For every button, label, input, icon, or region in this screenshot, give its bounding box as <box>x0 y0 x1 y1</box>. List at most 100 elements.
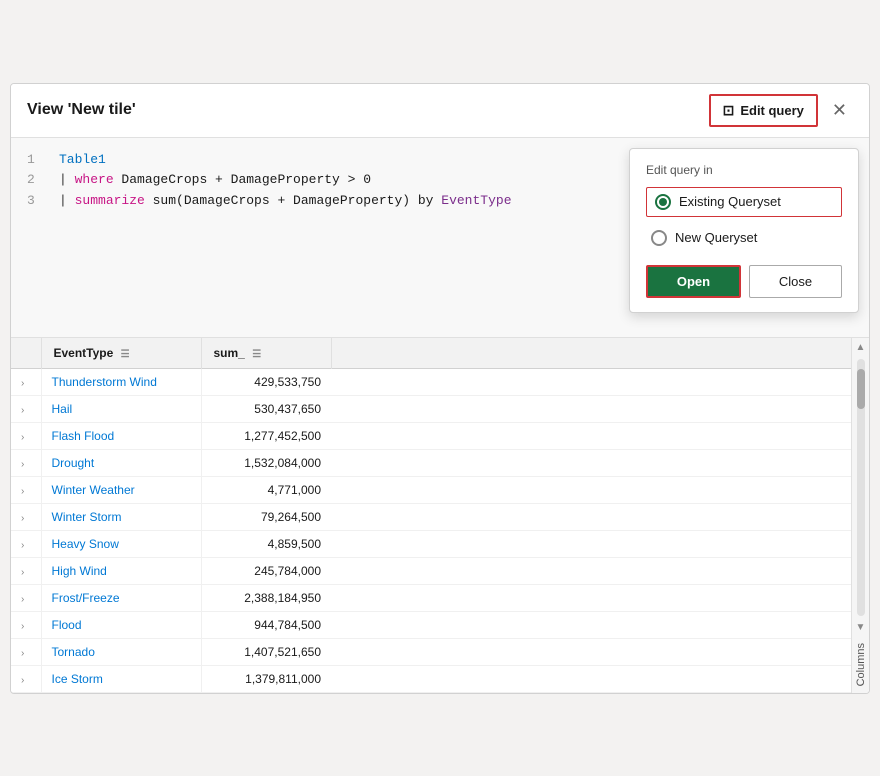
col-sum-filter-icon[interactable]: ☰ <box>252 349 261 360</box>
expand-arrow[interactable]: › <box>21 405 24 416</box>
sum-value: 79,264,500 <box>212 510 322 524</box>
table-row: › Hail 530,437,650 <box>11 395 869 422</box>
event-name[interactable]: Tornado <box>52 645 95 659</box>
table-row: › Thunderstorm Wind 429,533,750 <box>11 368 869 395</box>
sum-cell: 1,532,084,000 <box>201 449 331 476</box>
sum-value: 2,388,184,950 <box>212 591 322 605</box>
expand-arrow[interactable]: › <box>21 540 24 551</box>
header-actions: ⊡ Edit query ✕ <box>709 94 853 127</box>
open-button[interactable]: Open <box>646 265 741 298</box>
edit-query-icon: ⊡ <box>723 102 735 119</box>
scrollbar-panel: ▲ ▼ Columns <box>851 338 869 693</box>
col-eventtype[interactable]: EventType ☰ <box>41 338 201 369</box>
table-section: EventType ☰ sum_ ☰ › Thunderstorm Wind 4… <box>11 338 869 693</box>
sum-value: 1,532,084,000 <box>212 456 322 470</box>
expand-cell: › <box>11 422 41 449</box>
event-cell: Hail <box>41 395 201 422</box>
option-new-label: New Queryset <box>675 230 757 245</box>
event-name[interactable]: Ice Storm <box>52 672 103 686</box>
query-editor-section: 1 Table1 2 | where DamageCrops + DamageP… <box>11 138 869 338</box>
sum-cell: 429,533,750 <box>201 368 331 395</box>
table-row: › Flash Flood 1,277,452,500 <box>11 422 869 449</box>
main-container: View 'New tile' ⊡ Edit query ✕ 1 Table1 … <box>10 83 870 694</box>
popup-close-button[interactable]: Close <box>749 265 842 298</box>
expand-arrow[interactable]: › <box>21 459 24 470</box>
edit-query-button[interactable]: ⊡ Edit query <box>709 94 818 127</box>
close-button[interactable]: ✕ <box>826 97 853 123</box>
expand-arrow[interactable]: › <box>21 675 24 686</box>
expand-arrow[interactable]: › <box>21 648 24 659</box>
col-filter-icon[interactable]: ☰ <box>121 349 130 360</box>
sum-cell: 1,277,452,500 <box>201 422 331 449</box>
table-row: › Tornado 1,407,521,650 <box>11 638 869 665</box>
scrollbar-thumb[interactable] <box>857 369 865 409</box>
event-name[interactable]: Flood <box>52 618 82 632</box>
expand-arrow[interactable]: › <box>21 594 24 605</box>
event-name[interactable]: Heavy Snow <box>52 537 119 551</box>
sum-cell: 530,437,650 <box>201 395 331 422</box>
expand-cell: › <box>11 665 41 692</box>
sum-value: 1,379,811,000 <box>212 672 322 686</box>
data-table: EventType ☰ sum_ ☰ › Thunderstorm Wind 4… <box>11 338 869 693</box>
event-name[interactable]: Hail <box>52 402 73 416</box>
sum-cell: 944,784,500 <box>201 611 331 638</box>
expand-arrow[interactable]: › <box>21 486 24 497</box>
sum-value: 429,533,750 <box>212 375 322 389</box>
scroll-up-arrow[interactable]: ▲ <box>856 338 866 357</box>
expand-cell: › <box>11 476 41 503</box>
radio-group: Existing Queryset New Queryset <box>646 187 842 251</box>
expand-cell: › <box>11 368 41 395</box>
event-cell: Drought <box>41 449 201 476</box>
sum-value: 1,407,521,650 <box>212 645 322 659</box>
event-name[interactable]: Winter Storm <box>52 510 122 524</box>
expand-cell: › <box>11 530 41 557</box>
page-title: View 'New tile' <box>27 101 136 119</box>
sum-cell: 245,784,000 <box>201 557 331 584</box>
popup-actions: Open Close <box>646 265 842 298</box>
sum-cell: 4,859,500 <box>201 530 331 557</box>
popup-label: Edit query in <box>646 163 842 177</box>
expand-cell: › <box>11 503 41 530</box>
header: View 'New tile' ⊡ Edit query ✕ <box>11 84 869 138</box>
table-row: › Winter Storm 79,264,500 <box>11 503 869 530</box>
expand-cell: › <box>11 557 41 584</box>
option-existing-label: Existing Queryset <box>679 194 781 209</box>
event-cell: Ice Storm <box>41 665 201 692</box>
event-name[interactable]: Thunderstorm Wind <box>52 375 157 389</box>
expand-arrow[interactable]: › <box>21 432 24 443</box>
event-cell: Flash Flood <box>41 422 201 449</box>
sum-cell: 2,388,184,950 <box>201 584 331 611</box>
table-row: › Flood 944,784,500 <box>11 611 869 638</box>
event-name[interactable]: Flash Flood <box>52 429 115 443</box>
table-wrapper: EventType ☰ sum_ ☰ › Thunderstorm Wind 4… <box>11 338 869 693</box>
col-sum[interactable]: sum_ ☰ <box>201 338 331 369</box>
table-row: › Drought 1,532,084,000 <box>11 449 869 476</box>
option-new-queryset[interactable]: New Queryset <box>646 225 842 251</box>
expand-arrow[interactable]: › <box>21 378 24 389</box>
event-cell: Winter Storm <box>41 503 201 530</box>
event-cell: High Wind <box>41 557 201 584</box>
sum-cell: 4,771,000 <box>201 476 331 503</box>
sum-cell: 1,407,521,650 <box>201 638 331 665</box>
expand-arrow[interactable]: › <box>21 567 24 578</box>
table-header-row: EventType ☰ sum_ ☰ <box>11 338 869 369</box>
sum-cell: 79,264,500 <box>201 503 331 530</box>
col-empty <box>331 338 869 369</box>
expand-cell: › <box>11 395 41 422</box>
expand-cell: › <box>11 611 41 638</box>
expand-arrow[interactable]: › <box>21 621 24 632</box>
event-name[interactable]: High Wind <box>52 564 107 578</box>
event-cell: Heavy Snow <box>41 530 201 557</box>
event-cell: Thunderstorm Wind <box>41 368 201 395</box>
radio-new-circle <box>651 230 667 246</box>
expand-arrow[interactable]: › <box>21 513 24 524</box>
edit-query-popup: Edit query in Existing Queryset New Quer… <box>629 148 859 313</box>
event-name[interactable]: Winter Weather <box>52 483 135 497</box>
event-name[interactable]: Frost/Freeze <box>52 591 120 605</box>
radio-existing-circle <box>655 194 671 210</box>
event-name[interactable]: Drought <box>52 456 95 470</box>
scroll-down-arrow[interactable]: ▼ <box>856 618 866 637</box>
option-existing-queryset[interactable]: Existing Queryset <box>646 187 842 217</box>
columns-label[interactable]: Columns <box>853 637 869 692</box>
table-row: › High Wind 245,784,000 <box>11 557 869 584</box>
